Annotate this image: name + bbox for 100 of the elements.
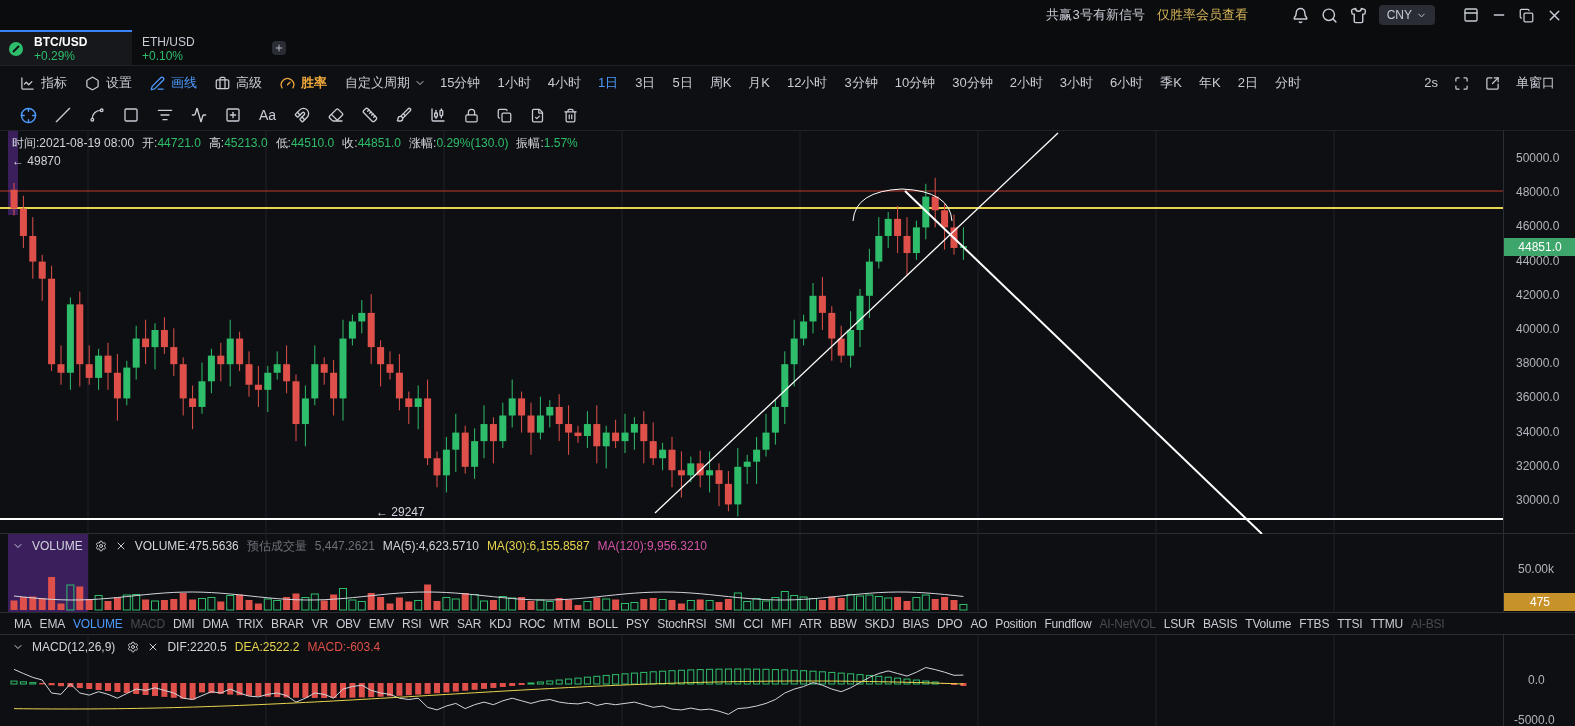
magnet-icon[interactable] <box>294 107 311 123</box>
period-tab[interactable]: 周K <box>709 73 732 93</box>
period-tab[interactable]: 5日 <box>672 73 693 93</box>
custom-period-dropdown[interactable]: 自定义周期 <box>345 73 426 93</box>
indicator-tab[interactable]: MFI <box>771 614 792 633</box>
indicator-tab[interactable]: TTSI <box>1337 614 1363 633</box>
indicator-tab[interactable]: BRAR <box>271 614 304 633</box>
indicator-tab[interactable]: BIAS <box>902 614 929 633</box>
settings-icon[interactable] <box>127 641 140 653</box>
copy-icon[interactable] <box>497 107 513 123</box>
period-tab[interactable]: 月K <box>748 73 770 93</box>
toolbar-button[interactable]: 画线 <box>150 73 197 93</box>
line-tool-icon[interactable] <box>55 107 71 123</box>
panel-icon[interactable] <box>1463 7 1479 23</box>
eraser-icon[interactable] <box>328 107 345 123</box>
member-link[interactable]: 仅胜率会员查看 <box>1156 5 1248 25</box>
indicator-tab[interactable]: ATR <box>799 614 822 633</box>
indicator-tab[interactable]: DMA <box>202 614 229 633</box>
toolbar-button[interactable]: 设置 <box>85 73 132 93</box>
indicator-tab[interactable]: LSUR <box>1163 614 1195 633</box>
indicator-tab[interactable]: CCI <box>743 614 764 633</box>
shirt-icon[interactable] <box>1349 6 1367 24</box>
fullscreen-icon[interactable] <box>1454 75 1469 91</box>
crosshair-icon[interactable] <box>20 106 37 124</box>
refresh-interval[interactable]: 2s <box>1424 73 1438 93</box>
curve-tool-icon[interactable] <box>89 107 105 123</box>
period-tab[interactable]: 2小时 <box>1009 73 1043 93</box>
indicator-tab[interactable]: DPO <box>937 614 963 633</box>
period-tab[interactable]: 1日 <box>597 73 619 93</box>
indicator-tab[interactable]: SAR <box>457 614 482 633</box>
rectangle-tool-icon[interactable] <box>123 107 139 123</box>
period-tab[interactable]: 3日 <box>635 73 656 93</box>
period-tab[interactable]: 10分钟 <box>894 73 936 93</box>
settings-icon[interactable] <box>94 540 107 552</box>
period-tab[interactable]: 3分钟 <box>844 73 878 93</box>
toolbar-button[interactable]: 高级 <box>215 73 262 93</box>
period-tab[interactable]: 3小时 <box>1059 73 1094 93</box>
indicator-tab[interactable]: Position <box>995 614 1037 633</box>
trend-line[interactable] <box>904 190 1263 534</box>
popout-icon[interactable] <box>1485 75 1500 91</box>
indicator-tab[interactable]: OBV <box>335 614 361 633</box>
indicator-tab[interactable]: VR <box>311 614 328 633</box>
period-tab[interactable]: 12小时 <box>787 73 828 93</box>
period-tab[interactable]: 季K <box>1160 73 1182 93</box>
indicator-tab[interactable]: PSY <box>625 614 650 633</box>
period-tab[interactable]: 2日 <box>1237 73 1258 93</box>
indicator-tab[interactable]: EMV <box>368 614 395 633</box>
indicator-tab[interactable]: MTM <box>553 614 581 633</box>
bell-icon[interactable] <box>1291 6 1309 24</box>
indicator-tab[interactable]: WR <box>429 614 450 633</box>
indicator-tab[interactable]: RSI <box>402 614 422 633</box>
currency-dropdown[interactable]: CNY <box>1378 5 1435 25</box>
trash-icon[interactable] <box>563 107 579 123</box>
text-tool-button[interactable]: Aa <box>259 104 277 126</box>
indicator-tab[interactable]: StochRSI <box>657 614 707 633</box>
candlestick-icon[interactable] <box>430 107 447 123</box>
symbol-tab[interactable]: BTC/USD +0.29% <box>0 30 132 65</box>
toolbar-button[interactable]: 胜率 <box>280 73 327 93</box>
indicator-tab[interactable]: KDJ <box>489 614 512 633</box>
indicator-tab[interactable]: TRIX <box>236 614 264 633</box>
indicator-tab[interactable]: BOLL <box>588 614 618 633</box>
trend-line[interactable] <box>654 132 1059 514</box>
period-tab[interactable]: 1小时 <box>497 73 531 93</box>
indicator-tab[interactable]: Fundflow <box>1044 614 1092 633</box>
indicator-tab[interactable]: EMA <box>39 614 65 633</box>
gauge-icon <box>280 75 295 91</box>
indicator-tab[interactable]: BBW <box>829 614 857 633</box>
period-tab[interactable]: 30分钟 <box>952 73 993 93</box>
search-icon[interactable] <box>1320 6 1338 24</box>
indicator-tab[interactable]: ROC <box>519 614 546 633</box>
last-volume-badge: 475 <box>1504 593 1575 611</box>
indicator-tab[interactable]: BASIS <box>1203 614 1238 633</box>
period-tab[interactable]: 15分钟 <box>440 73 481 93</box>
restore-icon[interactable] <box>1519 7 1534 23</box>
period-tab[interactable]: 4小时 <box>547 73 581 93</box>
ohlc-reading: 涨幅:0.29%(130.0) <box>409 135 509 152</box>
coin-logo-icon <box>8 40 24 57</box>
indicator-tab[interactable]: MA <box>14 614 32 633</box>
period-tab[interactable]: 6小时 <box>1110 73 1144 93</box>
indicator-tab[interactable]: VOLUME <box>73 614 123 633</box>
period-tab[interactable]: 分时 <box>1274 73 1301 93</box>
symbol-tab[interactable]: ETH/USD +0.10% <box>132 30 264 65</box>
indicator-tab[interactable]: SMI <box>714 614 736 633</box>
indicator-tab[interactable]: TTMU <box>1370 614 1403 633</box>
template-icon[interactable] <box>530 107 546 123</box>
add-tab-button[interactable] <box>272 40 286 55</box>
window-mode-button[interactable]: 单窗口 <box>1516 73 1555 93</box>
indicator-tab[interactable]: AO <box>970 614 988 633</box>
lock-icon[interactable] <box>464 107 480 123</box>
wave-tool-icon[interactable] <box>191 107 207 123</box>
brush-icon[interactable] <box>396 107 413 123</box>
indicator-tab[interactable]: SKDJ <box>864 614 895 633</box>
indicator-tab[interactable]: FTBS <box>1299 614 1330 633</box>
indicator-tab[interactable]: TVolume <box>1245 614 1292 633</box>
arc-line[interactable] <box>852 188 953 222</box>
line-chart-icon <box>20 75 35 91</box>
ruler-icon[interactable] <box>362 107 379 123</box>
toolbar-button[interactable]: 指标 <box>20 73 67 93</box>
period-tab[interactable]: 年K <box>1199 73 1221 93</box>
indicator-tab[interactable]: DMI <box>173 614 195 633</box>
